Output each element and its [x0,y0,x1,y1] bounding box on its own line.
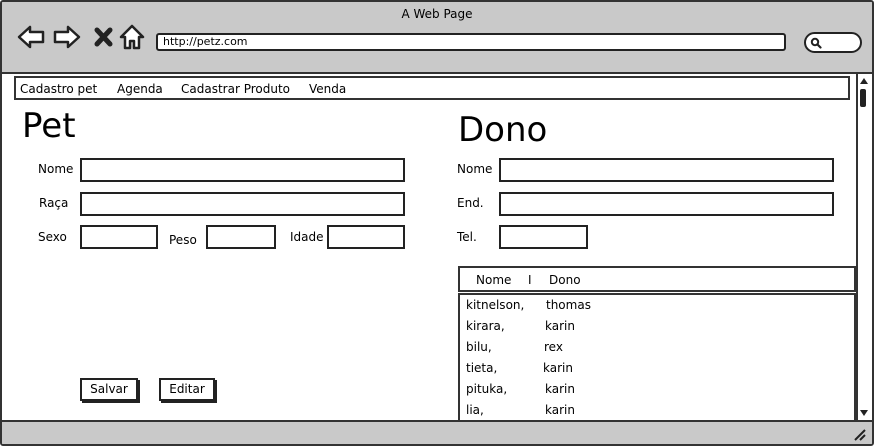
list-item[interactable]: tieta, karin [460,359,854,380]
pet-sexo-input[interactable] [80,225,158,249]
column-header-dono: Dono [549,273,581,287]
list-item[interactable]: kirara, karin [460,317,854,338]
owner-name-cell: rex [544,340,563,354]
pet-name-cell: lia, [466,403,484,417]
close-icon[interactable] [90,22,120,52]
pet-idade-label: Idade [290,230,324,244]
address-bar[interactable]: http://petz.com [156,33,786,51]
pet-name-cell: kitnelson, [466,298,525,312]
pet-peso-input[interactable] [206,225,276,249]
pet-name-cell: kirara, [466,319,505,333]
scroll-down-arrow-icon[interactable] [859,408,869,418]
search-box[interactable] [804,32,862,53]
window-title: A Web Page [401,7,473,21]
list-item[interactable]: lia, karin [460,401,854,421]
pet-idade-input[interactable] [327,225,405,249]
pet-nome-input[interactable] [80,158,405,182]
nav-menu: Cadastro pet Agenda Cadastrar Produto Ve… [14,76,850,100]
home-icon[interactable] [117,22,147,52]
list-item[interactable]: pituka, karin [460,380,854,401]
table-header: Nome I Dono [458,266,856,292]
vertical-scrollbar[interactable] [856,74,870,421]
pet-nome-label: Nome [38,162,74,176]
menu-item-cadastro-pet[interactable]: Cadastro pet [20,82,97,96]
back-arrow-icon[interactable] [16,22,46,52]
edit-button[interactable]: Editar [159,378,215,401]
owner-name-cell: karin [545,382,575,396]
forward-arrow-icon[interactable] [52,22,82,52]
owner-name-cell: karin [545,319,575,333]
search-icon [810,37,822,49]
dono-heading: Dono [458,110,548,150]
dono-end-label: End. [457,196,484,210]
scrollbar-thumb[interactable] [860,89,866,107]
owner-name-cell: thomas [546,298,591,312]
pet-name-cell: tieta, [466,361,498,375]
scroll-up-arrow-icon[interactable] [859,76,869,86]
menu-item-agenda[interactable]: Agenda [117,82,163,96]
list-item[interactable]: bilu, rex [460,338,854,359]
dono-end-input[interactable] [499,192,834,216]
status-bar [2,420,872,444]
pet-peso-label: Peso [169,233,197,247]
dono-tel-input[interactable] [499,225,588,249]
dono-tel-label: Tel. [457,230,477,244]
browser-window: A Web Page http://petz.com Cadastro pet … [0,0,874,446]
owner-name-cell: karin [543,361,573,375]
column-divider: I [528,273,532,287]
list-item[interactable]: kitnelson, thomas [460,296,854,317]
owner-name-cell: karin [545,403,575,417]
resize-grip-icon[interactable] [852,427,866,441]
dono-nome-input[interactable] [499,158,834,182]
pet-name-cell: pituka, [466,382,508,396]
dono-nome-label: Nome [457,162,493,176]
pet-raca-label: Raça [39,196,69,210]
pet-owner-list: kitnelson, thomas kirara, karin bilu, re… [458,293,856,421]
browser-toolbar: A Web Page http://petz.com [2,2,872,74]
pet-sexo-label: Sexo [38,230,67,244]
menu-item-cadastrar-produto[interactable]: Cadastrar Produto [181,82,290,96]
pet-heading: Pet [22,106,76,146]
menu-item-venda[interactable]: Venda [309,82,346,96]
pet-raca-input[interactable] [80,192,405,216]
pet-name-cell: bilu, [466,340,492,354]
column-header-nome: Nome [476,273,512,287]
save-button[interactable]: Salvar [80,378,138,401]
